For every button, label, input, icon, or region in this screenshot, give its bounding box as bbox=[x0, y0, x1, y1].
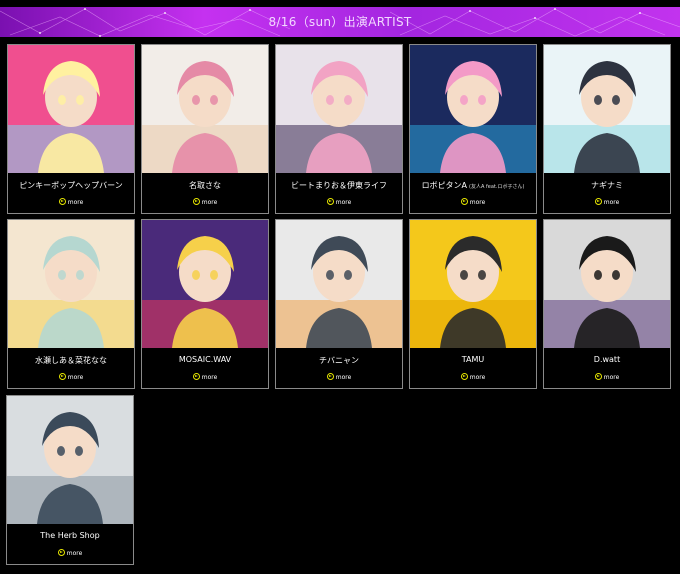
more-label: more bbox=[201, 374, 218, 381]
artist-image[interactable] bbox=[8, 220, 134, 348]
more-link[interactable]: more bbox=[276, 373, 402, 381]
artist-card[interactable]: ロボピタンA (友人A feat.ロボ子さん) more bbox=[409, 44, 537, 214]
artist-name: The Herb Shop bbox=[7, 531, 133, 540]
artist-name: チバニャン bbox=[276, 355, 402, 366]
more-link[interactable]: more bbox=[544, 373, 670, 381]
artist-name-text: ビートまりお＆伊東ライフ bbox=[291, 181, 387, 190]
artist-card[interactable]: チバニャン more bbox=[275, 219, 403, 389]
more-label: more bbox=[469, 374, 486, 381]
more-link[interactable]: more bbox=[410, 198, 536, 206]
play-circle-icon bbox=[460, 198, 468, 205]
more-label: more bbox=[335, 199, 352, 206]
artist-name: 水瀬しあ＆菜花なな bbox=[8, 355, 134, 366]
artist-name: ロボピタンA (友人A feat.ロボ子さん) bbox=[410, 180, 536, 191]
play-circle-icon bbox=[58, 198, 66, 205]
play-circle-icon bbox=[58, 373, 66, 380]
artist-name: ビートまりお＆伊東ライフ bbox=[276, 180, 402, 191]
page-title: 8/16（sun）出演ARTIST bbox=[268, 15, 412, 29]
artist-name: 名取さな bbox=[142, 180, 268, 191]
more-label: more bbox=[469, 199, 486, 206]
artist-name: ピンキーポップヘップバーン bbox=[8, 180, 134, 191]
artist-image[interactable] bbox=[276, 220, 402, 348]
play-circle-icon bbox=[192, 198, 200, 205]
artist-name: D.watt bbox=[544, 355, 670, 364]
play-circle-icon bbox=[460, 373, 468, 380]
artist-card[interactable]: 名取さな more bbox=[141, 44, 269, 214]
more-label: more bbox=[603, 199, 620, 206]
play-circle-icon bbox=[326, 373, 334, 380]
artist-name: TAMU bbox=[410, 355, 536, 364]
more-link[interactable]: more bbox=[544, 198, 670, 206]
artist-name-text: 名取さな bbox=[189, 181, 221, 190]
more-label: more bbox=[66, 550, 83, 557]
more-label: more bbox=[603, 374, 620, 381]
artist-name-text: 水瀬しあ＆菜花なな bbox=[35, 356, 107, 365]
more-link[interactable]: more bbox=[410, 373, 536, 381]
artist-card[interactable]: 水瀬しあ＆菜花なな more bbox=[7, 219, 135, 389]
artist-card[interactable]: ビートまりお＆伊東ライフ more bbox=[275, 44, 403, 214]
artist-image[interactable] bbox=[544, 220, 670, 348]
artist-name-text: TAMU bbox=[461, 355, 485, 364]
artist-image[interactable] bbox=[7, 396, 133, 524]
artist-image[interactable] bbox=[410, 220, 536, 348]
play-circle-icon bbox=[57, 549, 65, 556]
play-circle-icon bbox=[192, 373, 200, 380]
more-link[interactable]: more bbox=[8, 198, 134, 206]
more-link[interactable]: more bbox=[276, 198, 402, 206]
artist-name-text: ナギナミ bbox=[591, 181, 623, 190]
more-label: more bbox=[201, 199, 218, 206]
artist-card[interactable]: ピンキーポップヘップバーン more bbox=[7, 44, 135, 214]
play-circle-icon bbox=[326, 198, 334, 205]
artist-card[interactable]: The Herb Shop more bbox=[6, 395, 134, 565]
more-link[interactable]: more bbox=[7, 549, 133, 557]
artist-name: ナギナミ bbox=[544, 180, 670, 191]
artist-image[interactable] bbox=[544, 45, 670, 173]
more-label: more bbox=[67, 374, 84, 381]
artist-image[interactable] bbox=[276, 45, 402, 173]
play-circle-icon bbox=[594, 373, 602, 380]
artist-name-text: MOSAIC.WAV bbox=[178, 355, 232, 364]
artist-name-text: ロボピタンA bbox=[421, 181, 468, 190]
artist-name-text: The Herb Shop bbox=[40, 531, 100, 540]
play-circle-icon bbox=[594, 198, 602, 205]
more-label: more bbox=[67, 199, 84, 206]
header-banner: 8/16（sun）出演ARTIST bbox=[0, 7, 680, 37]
artist-name-text: D.watt bbox=[593, 355, 621, 364]
more-link[interactable]: more bbox=[142, 373, 268, 381]
artist-image[interactable] bbox=[142, 220, 268, 348]
artist-card[interactable]: D.watt more bbox=[543, 219, 671, 389]
more-link[interactable]: more bbox=[142, 198, 268, 206]
artist-image[interactable] bbox=[142, 45, 268, 173]
artist-image[interactable] bbox=[8, 45, 134, 173]
more-label: more bbox=[335, 374, 352, 381]
artist-card[interactable]: TAMU more bbox=[409, 219, 537, 389]
artist-name-text: ピンキーポップヘップバーン bbox=[19, 181, 123, 190]
more-link[interactable]: more bbox=[8, 373, 134, 381]
artist-name-sub: (友人A feat.ロボ子さん) bbox=[469, 184, 525, 190]
artist-card[interactable]: MOSAIC.WAV more bbox=[141, 219, 269, 389]
artist-name: MOSAIC.WAV bbox=[142, 355, 268, 364]
artist-image[interactable] bbox=[410, 45, 536, 173]
artist-name-text: チバニャン bbox=[319, 356, 359, 365]
artist-card[interactable]: ナギナミ more bbox=[543, 44, 671, 214]
